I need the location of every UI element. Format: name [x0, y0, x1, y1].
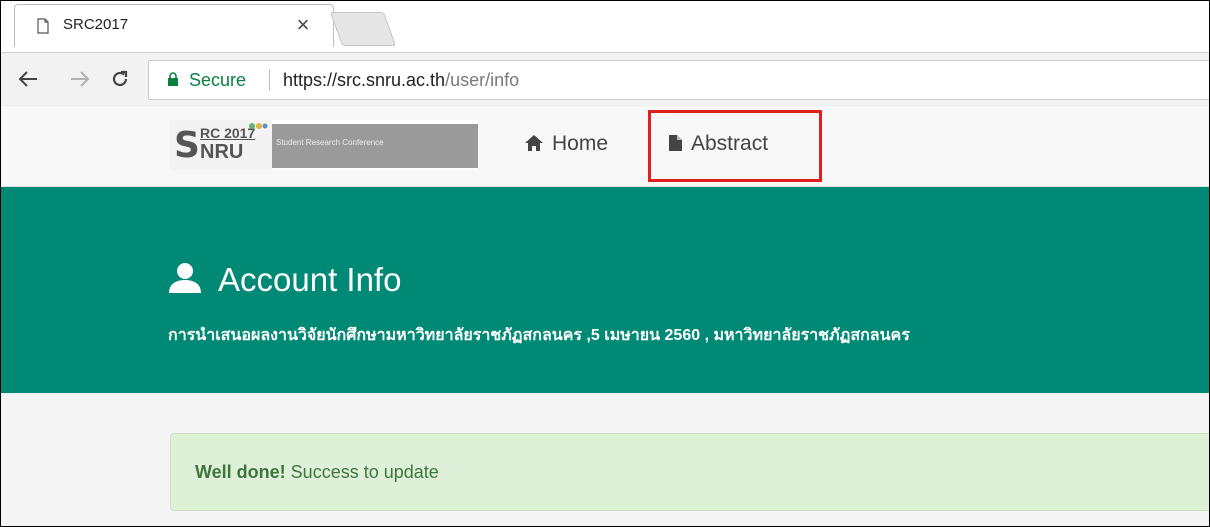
address-separator [269, 69, 270, 91]
logo-rc-text: RC 2017 [200, 125, 256, 141]
browser-tab[interactable]: SRC2017 × [14, 4, 334, 47]
browser-tab-strip: SRC2017 × [0, 0, 1210, 52]
lock-icon [168, 72, 178, 86]
browser-toolbar: Secure https://src.snru.ac.th/user/info [0, 53, 1210, 107]
page-title: Account Info [168, 261, 401, 299]
page-icon [37, 18, 49, 34]
nav-home-label: Home [552, 132, 609, 155]
main-content: Well done! Success to update [0, 393, 1210, 527]
logo-letter: S [174, 125, 200, 166]
page-subtitle: การนำเสนอผลงานวิจัยนักศึกษามหาวิทยาลัยรา… [168, 327, 910, 344]
annotation-highlight-box [648, 110, 822, 182]
forward-button[interactable] [64, 63, 96, 95]
tab-close-button[interactable]: × [291, 13, 315, 37]
reload-button[interactable] [104, 63, 136, 95]
url-text: https://src.snru.ac.th/user/info [283, 70, 519, 91]
user-icon [169, 263, 201, 293]
arrow-right-icon [71, 71, 90, 87]
page-title-text: Account Info [218, 261, 402, 298]
logo-banner-text: Student Research Conference [276, 138, 384, 147]
back-button[interactable] [12, 63, 44, 95]
new-tab-button[interactable] [329, 12, 397, 46]
hero-banner: Account Info การนำเสนอผลงานวิจัยนักศึกษา… [0, 187, 1210, 393]
alert-strong: Well done! [195, 462, 286, 482]
tab-title: SRC2017 [63, 16, 129, 33]
address-bar[interactable]: Secure https://src.snru.ac.th/user/info [148, 60, 1210, 100]
alert-message: Success to update [285, 462, 439, 482]
logo-banner: Student Research Conference [272, 124, 478, 168]
success-alert: Well done! Success to update [170, 433, 1210, 511]
site-navbar: S RC 2017 NRU Student Research Conferenc… [0, 108, 1210, 187]
alert-text: Well done! Success to update [195, 462, 439, 483]
url-path: /user/info [445, 70, 520, 90]
reload-icon [112, 70, 128, 87]
nav-home-link[interactable]: Home [524, 132, 608, 156]
secure-label: Secure [189, 70, 247, 90]
logo-mark: S RC 2017 NRU [170, 120, 272, 170]
logo-nru-text: NRU [200, 141, 244, 163]
logo-dots-icon [249, 123, 268, 129]
site-logo[interactable]: S RC 2017 NRU Student Research Conferenc… [170, 120, 478, 170]
arrow-left-icon [18, 71, 37, 87]
home-icon [525, 135, 543, 151]
url-host: https://src.snru.ac.th [283, 70, 446, 90]
